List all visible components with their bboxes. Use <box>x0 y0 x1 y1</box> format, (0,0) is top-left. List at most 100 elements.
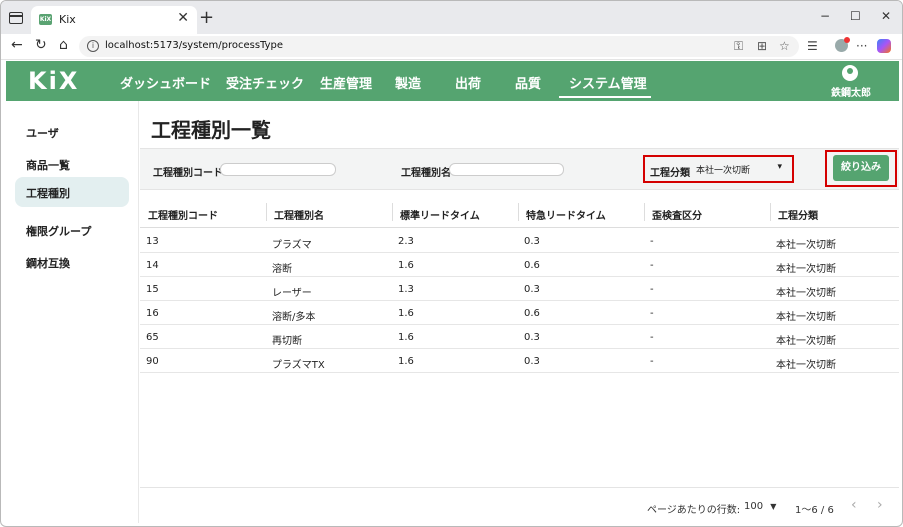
close-window-button[interactable]: ✕ <box>881 9 891 23</box>
user-avatar-icon[interactable] <box>842 65 858 81</box>
prev-page-icon[interactable]: ‹ <box>851 497 857 513</box>
cell-name: レーザー <box>272 288 312 299</box>
cell-distortion: - <box>650 332 654 343</box>
sidebar-item-products[interactable]: 商品一覧 <box>15 149 129 179</box>
page-title: 工程種別一覧 <box>151 118 271 142</box>
cell-distortion: - <box>650 260 654 271</box>
table-row[interactable]: 15 レーザー 1.3 0.3 - 本社一次切断 <box>140 277 899 301</box>
app-logo[interactable]: KiX <box>28 67 79 95</box>
new-tab-button[interactable]: + <box>199 7 214 28</box>
cell-code: 13 <box>146 236 159 247</box>
address-row: ← ↻ ⌂ i localhost:5173/system/processTyp… <box>1 34 902 60</box>
cell-standard-lead: 2.3 <box>398 236 414 247</box>
name-filter-label: 工程種別名 <box>401 168 451 179</box>
minimize-button[interactable]: − <box>820 9 830 23</box>
col-header-code[interactable]: 工程種別コード <box>140 207 218 222</box>
favicon-icon: KiX <box>39 14 52 25</box>
filter-button[interactable]: 絞り込み <box>833 155 889 181</box>
table-row[interactable]: 65 再切断 1.6 0.3 - 本社一次切断 <box>140 325 899 349</box>
cell-name: プラズマ <box>272 240 312 251</box>
cell-distortion: - <box>650 308 654 319</box>
tab-strip: KiX Kix ✕ + − ☐ ✕ <box>1 1 902 34</box>
menu-production[interactable]: 生産管理 <box>320 73 372 92</box>
sidebar-item-users[interactable]: ユーザ <box>15 117 129 147</box>
menu-dashboard[interactable]: ダッシュボード <box>120 73 211 92</box>
cell-name: 溶断/多本 <box>272 312 316 323</box>
cell-standard-lead: 1.6 <box>398 308 414 319</box>
cell-standard-lead: 1.6 <box>398 332 414 343</box>
browser-tab[interactable]: KiX Kix ✕ <box>31 6 197 34</box>
chevron-down-icon: ▾ <box>777 162 782 172</box>
cell-name: 溶断 <box>272 264 292 275</box>
table-row[interactable]: 13 プラズマ 2.3 0.3 - 本社一次切断 <box>140 229 899 253</box>
col-header-name[interactable]: 工程種別名 <box>266 207 324 222</box>
maximize-button[interactable]: ☐ <box>850 9 861 23</box>
active-menu-underline <box>559 96 651 98</box>
cell-standard-lead: 1.6 <box>398 260 414 271</box>
user-name[interactable]: 鉄鋼太郎 <box>831 84 871 99</box>
table-row[interactable]: 14 溶断 1.6 0.6 - 本社一次切断 <box>140 253 899 277</box>
cell-category: 本社一次切断 <box>776 336 836 347</box>
tab-close-icon[interactable]: ✕ <box>177 10 189 26</box>
category-filter-value: 本社一次切断 <box>696 166 751 176</box>
menu-shipping[interactable]: 出荷 <box>455 73 481 92</box>
col-header-category[interactable]: 工程分類 <box>770 207 818 222</box>
site-info-icon[interactable]: i <box>87 40 99 52</box>
category-filter-select[interactable]: 本社一次切断 ▾ <box>688 161 784 177</box>
tab-title: Kix <box>59 13 76 26</box>
app-grid-icon[interactable]: ⊞ <box>757 39 767 53</box>
sidebar-item-permission-groups[interactable]: 権限グループ <box>15 215 129 245</box>
cell-category: 本社一次切断 <box>776 360 836 371</box>
code-filter-label: 工程種別コード <box>153 168 223 179</box>
cell-name: プラズマTX <box>272 360 325 371</box>
table-header: 工程種別コード 工程種別名 標準リードタイム 特急リードタイム 歪検査区分 工程… <box>140 197 899 228</box>
col-header-distortion[interactable]: 歪検査区分 <box>644 207 702 222</box>
cell-category: 本社一次切断 <box>776 264 836 275</box>
sidebar-item-process-types[interactable]: 工程種別 <box>15 177 129 207</box>
main-content: 工程種別一覧 工程種別コード 工程種別名 工程分類 本社一次切断 ▾ 絞り込み … <box>140 101 899 523</box>
cell-express-lead: 0.3 <box>524 284 540 295</box>
cell-express-lead: 0.3 <box>524 332 540 343</box>
code-filter-input[interactable] <box>220 163 336 176</box>
menu-order-check[interactable]: 受注チェック <box>226 73 304 92</box>
next-page-icon[interactable]: › <box>877 497 883 513</box>
cell-code: 16 <box>146 308 159 319</box>
table-footer: ページあたりの行数: 100 ▼ 1〜6 / 6 ‹ › <box>140 487 899 523</box>
favorite-star-icon[interactable]: ☆ <box>779 39 790 53</box>
caret-down-icon: ▼ <box>770 502 777 511</box>
favorites-list-icon[interactable]: ☰ <box>807 39 818 53</box>
cell-code: 15 <box>146 284 159 295</box>
reload-icon[interactable]: ↻ <box>35 37 47 53</box>
cell-code: 14 <box>146 260 159 271</box>
back-arrow-icon[interactable]: ← <box>11 37 23 53</box>
menu-quality[interactable]: 品質 <box>515 73 541 92</box>
window-menu-icon[interactable] <box>9 12 23 24</box>
rows-per-page-value: 100 <box>744 501 764 512</box>
sidebar-item-steel-compat[interactable]: 鋼材互換 <box>15 247 129 277</box>
cell-distortion: - <box>650 236 654 247</box>
name-filter-input[interactable] <box>449 163 564 176</box>
cell-standard-lead: 1.3 <box>398 284 414 295</box>
category-filter-label: 工程分類 <box>650 168 690 179</box>
cell-express-lead: 0.3 <box>524 356 540 367</box>
menu-manufacturing[interactable]: 製造 <box>395 73 421 92</box>
url-bar[interactable]: i localhost:5173/system/processType ⚿ ⊞ … <box>79 36 799 57</box>
cell-distortion: - <box>650 284 654 295</box>
table-row[interactable]: 16 溶断/多本 1.6 0.6 - 本社一次切断 <box>140 301 899 325</box>
cell-distortion: - <box>650 356 654 367</box>
rows-per-page-select[interactable]: 100 ▼ <box>744 501 776 512</box>
url-text[interactable]: localhost:5173/system/processType <box>105 40 283 51</box>
col-header-express-lead[interactable]: 特急リードタイム <box>518 207 606 222</box>
sidebar: ユーザ 商品一覧 工程種別 権限グループ 鋼材互換 <box>6 101 139 523</box>
cell-express-lead: 0.6 <box>524 260 540 271</box>
app-header: KiX ダッシュボード 受注チェック 生産管理 製造 出荷 品質 システム管理 … <box>6 61 899 101</box>
menu-system-admin[interactable]: システム管理 <box>569 73 647 92</box>
more-menu-icon[interactable]: ··· <box>856 39 867 53</box>
home-icon[interactable]: ⌂ <box>59 37 68 53</box>
password-key-icon[interactable]: ⚿ <box>734 39 743 54</box>
rows-per-page-label: ページあたりの行数: <box>647 505 741 516</box>
col-header-standard-lead[interactable]: 標準リードタイム <box>392 207 480 222</box>
profile-icon[interactable] <box>835 37 850 52</box>
table-row[interactable]: 90 プラズマTX 1.6 0.3 - 本社一次切断 <box>140 349 899 373</box>
copilot-icon[interactable] <box>877 39 891 53</box>
